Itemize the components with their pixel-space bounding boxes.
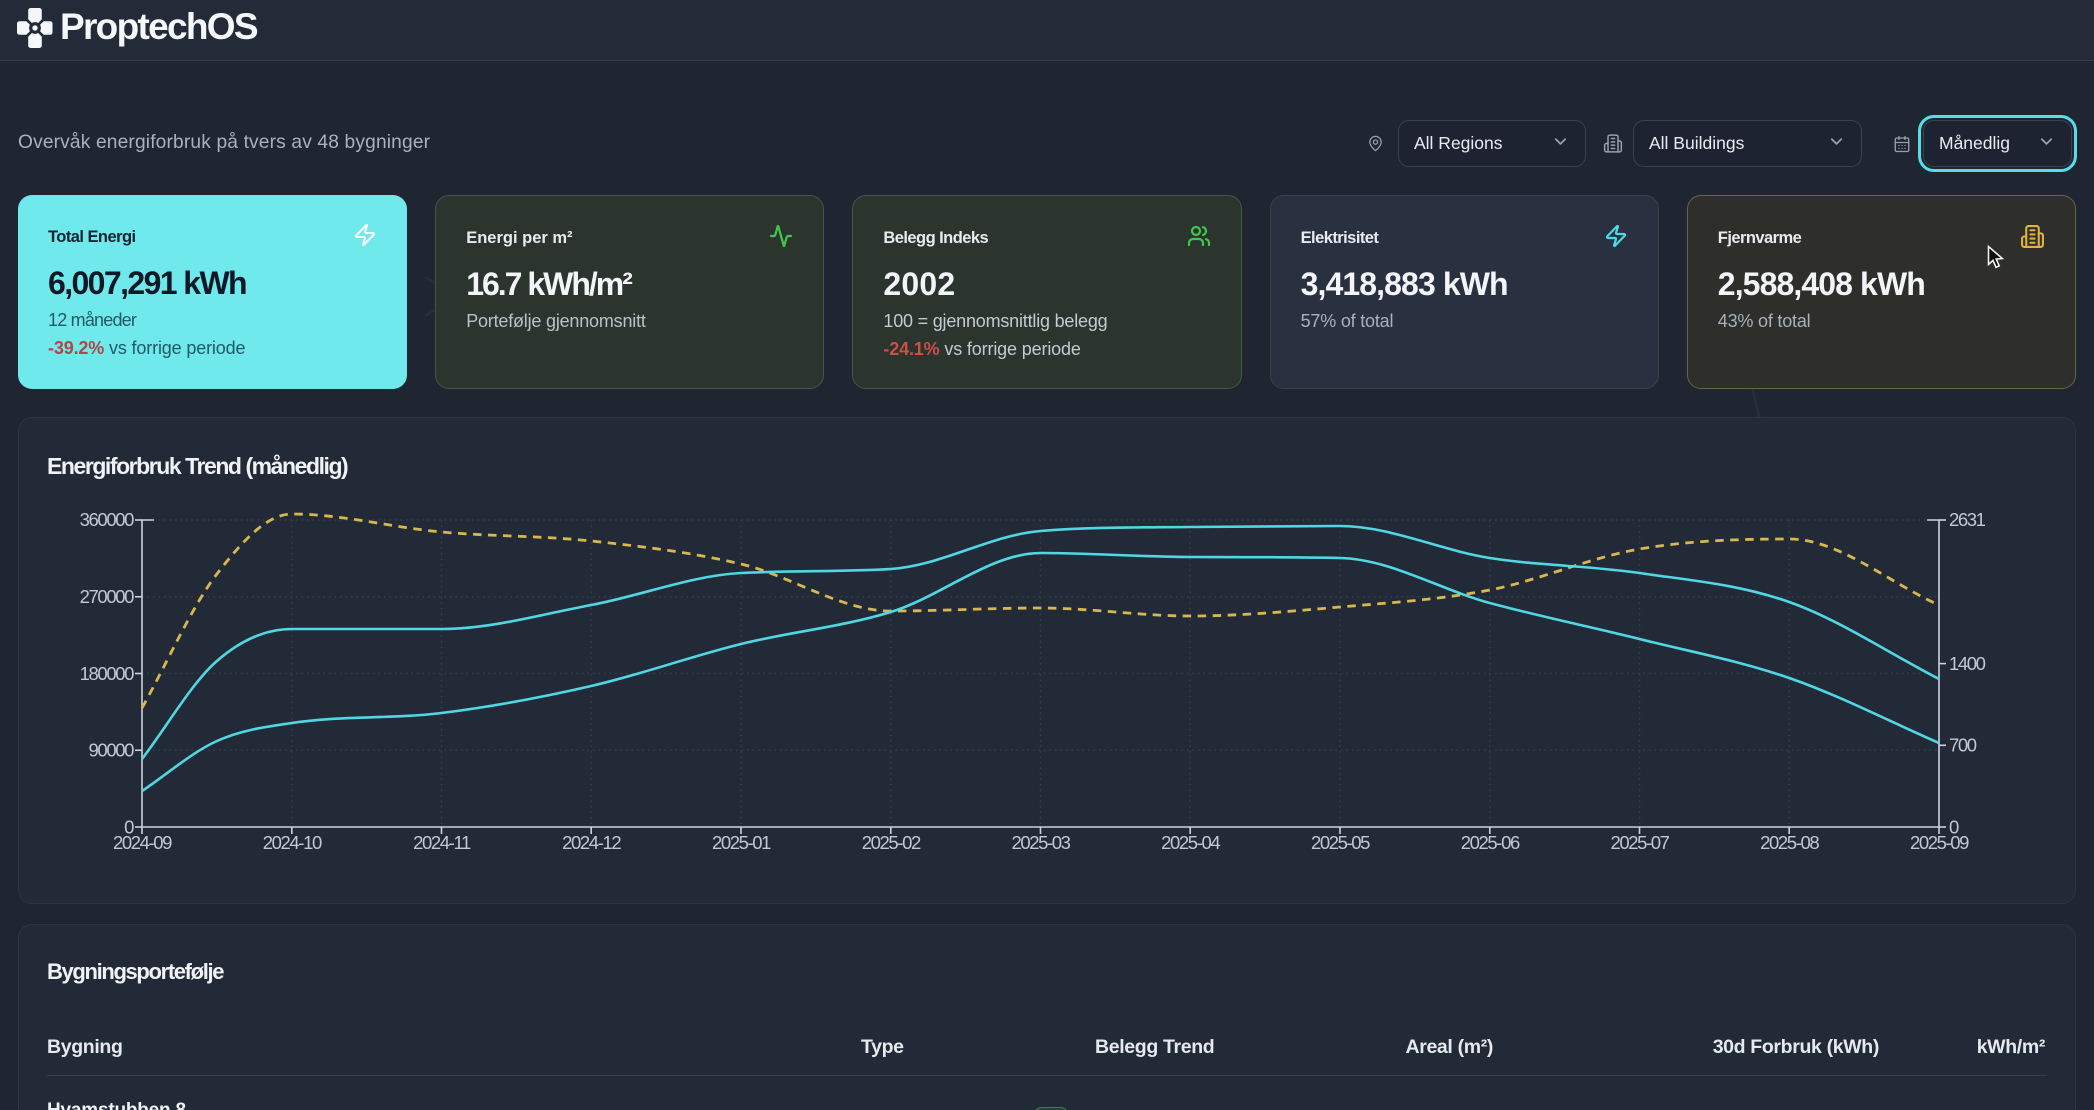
svg-text:2025-07: 2025-07 bbox=[1610, 832, 1669, 853]
svg-text:2025-02: 2025-02 bbox=[862, 832, 921, 853]
svg-text:360000: 360000 bbox=[80, 509, 134, 530]
svg-text:2024-12: 2024-12 bbox=[562, 832, 621, 853]
svg-text:2631: 2631 bbox=[1949, 509, 1986, 530]
svg-text:2025-03: 2025-03 bbox=[1011, 832, 1070, 853]
svg-text:2024-11: 2024-11 bbox=[413, 832, 471, 853]
svg-text:700: 700 bbox=[1949, 735, 1977, 756]
svg-text:2025-01: 2025-01 bbox=[712, 832, 771, 853]
svg-text:2024-09: 2024-09 bbox=[113, 832, 172, 853]
svg-text:90000: 90000 bbox=[89, 740, 135, 761]
svg-text:2025-06: 2025-06 bbox=[1461, 832, 1520, 853]
svg-text:1400: 1400 bbox=[1949, 653, 1986, 674]
svg-text:270000: 270000 bbox=[80, 586, 134, 607]
svg-text:180000: 180000 bbox=[80, 663, 134, 684]
svg-text:2024-10: 2024-10 bbox=[263, 832, 322, 853]
svg-text:2025-08: 2025-08 bbox=[1760, 832, 1819, 853]
svg-text:2025-05: 2025-05 bbox=[1311, 832, 1370, 853]
svg-text:2025-09: 2025-09 bbox=[1910, 832, 1969, 853]
svg-text:2025-04: 2025-04 bbox=[1161, 832, 1220, 853]
